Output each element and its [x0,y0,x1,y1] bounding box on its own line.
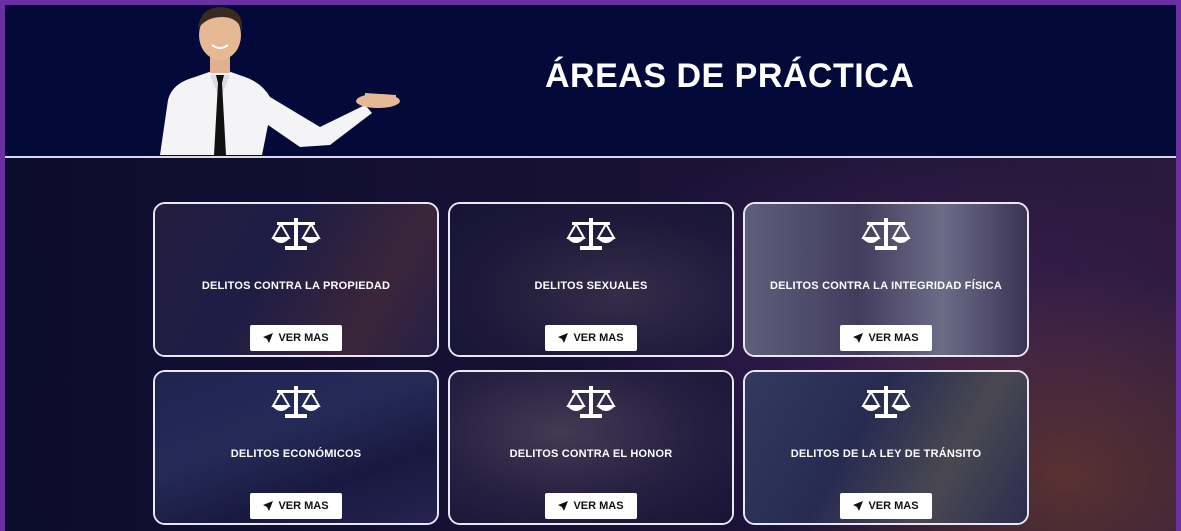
scales-icon [566,218,616,250]
scales-icon [566,386,616,418]
button-label: VER MAS [573,500,624,512]
practice-area-card[interactable]: DELITOS CONTRA LA INTEGRIDAD FÍSICA VER … [743,202,1029,357]
button-label: VER MAS [868,500,919,512]
card-title: DELITOS CONTRA LA PROPIEDAD [201,280,391,292]
ver-mas-button[interactable]: VER MAS [250,325,342,351]
button-label: VER MAS [278,500,329,512]
button-label: VER MAS [868,332,919,344]
navigation-arrow-icon [853,333,864,343]
button-label: VER MAS [573,332,624,344]
card-title: DELITOS DE LA LEY DE TRÁNSITO [790,448,982,460]
ver-mas-button[interactable]: VER MAS [840,325,932,351]
ver-mas-button[interactable]: VER MAS [545,493,637,519]
practice-area-card[interactable]: DELITOS ECONÓMICOS VER MAS [153,370,439,525]
page-frame: ÁREAS DE PRÁCTICA DELITOS CONTRA LA PROP… [5,5,1176,531]
practice-area-card[interactable]: DELITOS DE LA LEY DE TRÁNSITO VER MAS [743,370,1029,525]
scales-icon [861,218,911,250]
practice-area-card[interactable]: DELITOS CONTRA EL HONOR VER MAS [448,370,734,525]
ver-mas-button[interactable]: VER MAS [250,493,342,519]
practice-area-card[interactable]: DELITOS SEXUALES VER MAS [448,202,734,357]
page-header: ÁREAS DE PRÁCTICA [5,5,1176,155]
card-title: DELITOS CONTRA EL HONOR [509,448,673,460]
scales-icon [271,386,321,418]
card-title: DELITOS ECONÓMICOS [230,448,362,460]
navigation-arrow-icon [558,333,569,343]
scales-icon [271,218,321,250]
page-title: ÁREAS DE PRÁCTICA [545,57,915,95]
presenter-illustration [160,7,400,155]
ver-mas-button[interactable]: VER MAS [545,325,637,351]
card-title: DELITOS SEXUALES [534,280,648,292]
navigation-arrow-icon [853,501,864,511]
navigation-arrow-icon [558,501,569,511]
scales-icon [861,386,911,418]
card-title: DELITOS CONTRA LA INTEGRIDAD FÍSICA [769,280,1003,292]
navigation-arrow-icon [263,501,274,511]
practice-area-card[interactable]: DELITOS CONTRA LA PROPIEDAD VER MAS [153,202,439,357]
navigation-arrow-icon [263,333,274,343]
practice-areas-section: DELITOS CONTRA LA PROPIEDAD VER MAS DELI… [5,158,1176,531]
ver-mas-button[interactable]: VER MAS [840,493,932,519]
button-label: VER MAS [278,332,329,344]
